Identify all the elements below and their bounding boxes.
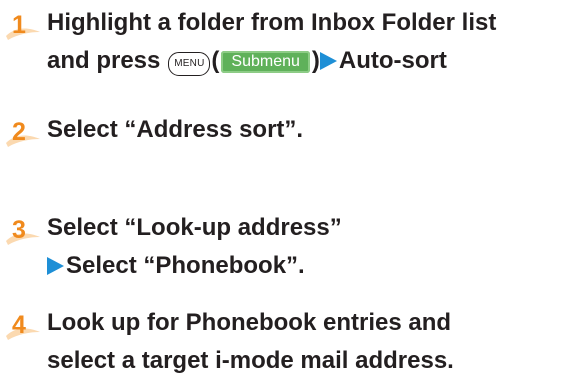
step-number-4: 4	[4, 310, 42, 340]
step-number-2: 2	[4, 117, 42, 147]
step-4-line-1: Look up for Phonebook entries and	[47, 309, 452, 336]
paren-close: )	[311, 47, 320, 74]
step-4-line-2: select a target i-mode mail address.	[47, 347, 454, 374]
step-number-3: 3	[4, 215, 42, 245]
step-number-1: 1	[4, 10, 42, 40]
step-number-text: 2	[12, 118, 26, 146]
step-number-text: 1	[12, 11, 26, 39]
menu-key-icon: MENU	[168, 52, 211, 76]
step-1-line-1: Highlight a folder from Inbox Folder lis…	[47, 9, 497, 36]
submenu-button-icon: Submenu	[221, 51, 310, 73]
step-number-text: 3	[12, 216, 26, 244]
step-3-line-2: Select “Phonebook”.	[47, 251, 305, 281]
step-3-line-1: Select “Look-up address”	[47, 214, 342, 241]
step-number-text: 4	[12, 311, 26, 339]
step-2-line-1: Select “Address sort”.	[47, 116, 304, 143]
arrow-right-icon	[319, 52, 337, 70]
step-1-and-press-text: and press	[47, 47, 161, 74]
arrow-right-icon	[47, 257, 64, 275]
paren-open: (	[211, 47, 220, 74]
step-1-auto-sort-text: Auto-sort	[338, 47, 447, 74]
step-1-line-2: and press MENU(Submenu) Auto-sort	[47, 46, 447, 76]
step-3-line-2-text: Select “Phonebook”.	[66, 252, 305, 279]
